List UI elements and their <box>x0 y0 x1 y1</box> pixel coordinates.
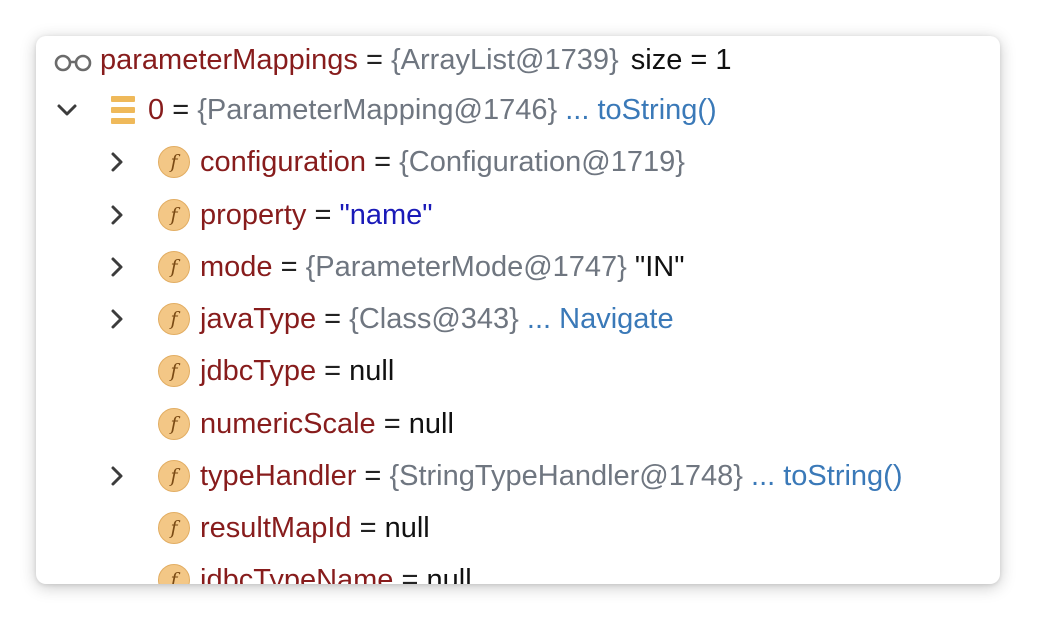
field-value: null <box>426 563 472 585</box>
field-icon: f <box>158 564 190 584</box>
equals-sign: = <box>375 407 409 440</box>
field-icon: f <box>158 355 190 387</box>
field-value: {ParameterMode@1747} <box>305 250 627 283</box>
field-string-value: "IN" <box>626 250 685 283</box>
equals-sign: = <box>316 354 350 387</box>
variable-name: parameterMappings <box>100 43 358 76</box>
list-icon <box>111 96 135 124</box>
field-icon: f <box>158 199 190 231</box>
equals-sign: = <box>351 511 385 544</box>
field-row-jdbcType[interactable]: f jdbcType = null <box>36 345 1000 397</box>
tostring-link[interactable]: ... toString() <box>743 460 903 492</box>
variable-name: 0 <box>148 93 165 126</box>
field-icon: f <box>158 303 190 335</box>
field-name: numericScale <box>200 407 376 440</box>
tostring-link[interactable]: ... toString() <box>565 94 717 126</box>
chevron-right-icon[interactable] <box>106 308 128 330</box>
field-name: property <box>200 198 307 231</box>
field-value: {Class@343} <box>349 302 519 335</box>
field-icon: f <box>158 251 190 283</box>
chevron-right-icon[interactable] <box>106 204 128 226</box>
equals-sign: = <box>164 93 198 126</box>
field-value: null <box>349 354 395 387</box>
field-name: configuration <box>200 145 367 178</box>
field-value: {StringTypeHandler@1748} <box>389 459 743 492</box>
field-value: null <box>384 511 430 544</box>
equals-sign: = <box>357 43 391 76</box>
collection-size: size = 1 <box>630 43 732 76</box>
equals-sign: = <box>366 145 400 178</box>
navigate-link[interactable]: ... Navigate <box>519 303 674 335</box>
field-name: jdbcType <box>200 354 317 387</box>
field-icon: f <box>158 512 190 544</box>
field-row-resultMapId[interactable]: f resultMapId = null <box>36 502 1000 554</box>
field-icon: f <box>158 146 190 178</box>
chevron-right-icon[interactable] <box>106 256 128 278</box>
field-name: jdbcTypeName <box>200 563 394 585</box>
field-name: resultMapId <box>200 511 352 544</box>
equals-sign: = <box>306 198 340 231</box>
field-row-javaType[interactable]: f javaType = {Class@343} ... Navigate <box>36 293 1000 345</box>
field-name: mode <box>200 250 273 283</box>
field-value: {Configuration@1719} <box>399 145 685 178</box>
field-icon: f <box>158 460 190 492</box>
field-name: typeHandler <box>200 459 357 492</box>
variable-row-item-0[interactable]: 0 = {ParameterMapping@1746} ... toString… <box>36 84 1000 136</box>
equals-sign: = <box>393 563 427 585</box>
glasses-icon <box>54 48 92 81</box>
chevron-down-icon[interactable] <box>56 99 78 121</box>
field-row-configuration[interactable]: f configuration = {Configuration@1719} <box>36 136 1000 188</box>
chevron-right-icon[interactable] <box>106 465 128 487</box>
variable-type: {ParameterMapping@1746} <box>197 93 558 126</box>
equals-sign: = <box>272 250 306 283</box>
equals-sign: = <box>356 459 390 492</box>
field-row-mode[interactable]: f mode = {ParameterMode@1747} "IN" <box>36 241 1000 293</box>
chevron-right-icon[interactable] <box>106 151 128 173</box>
field-row-numericScale[interactable]: f numericScale = null <box>36 398 1000 450</box>
field-value: "name" <box>339 198 433 231</box>
field-row-typeHandler[interactable]: f typeHandler = {StringTypeHandler@1748}… <box>36 450 1000 502</box>
variable-type: {ArrayList@1739} <box>390 43 619 76</box>
variable-row-parameterMappings[interactable]: parameterMappings = {ArrayList@1739} siz… <box>36 36 1000 86</box>
field-icon: f <box>158 408 190 440</box>
debugger-variables-panel: parameterMappings = {ArrayList@1739} siz… <box>36 36 1000 584</box>
field-value: null <box>408 407 454 440</box>
field-row-property[interactable]: f property = "name" <box>36 189 1000 241</box>
field-row-jdbcTypeName[interactable]: f jdbcTypeName = null <box>36 554 1000 584</box>
equals-sign: = <box>316 302 350 335</box>
field-name: javaType <box>200 302 317 335</box>
